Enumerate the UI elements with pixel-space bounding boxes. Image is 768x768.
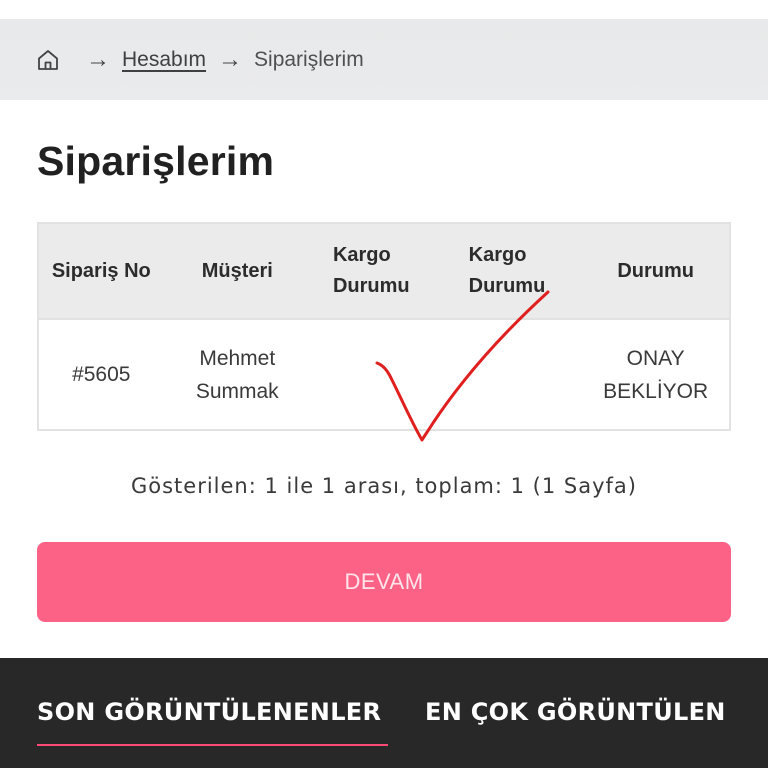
breadcrumb: → Hesabım → Siparişlerim bbox=[36, 44, 364, 76]
top-strip bbox=[0, 0, 768, 19]
page-title: Siparişlerim bbox=[37, 138, 275, 184]
breadcrumb-separator-arrow-icon: → bbox=[218, 46, 243, 73]
breadcrumb-link-account[interactable]: Hesabım bbox=[122, 48, 206, 72]
product-tabs-bar: SON GÖRÜNTÜLENENLER EN ÇOK GÖRÜNTÜLEN bbox=[0, 658, 768, 768]
pagination-summary: Gösterilen: 1 ile 1 arası, toplam: 1 (1 … bbox=[130, 474, 637, 498]
order-status-cell: ONAY BEKLİYOR bbox=[603, 346, 709, 403]
column-header-order-no: Sipariş No bbox=[51, 259, 151, 282]
column-header-status: Durumu bbox=[617, 259, 694, 282]
column-header-customer: Müşteri bbox=[201, 259, 273, 282]
active-tab-indicator bbox=[37, 744, 388, 746]
tab-most-viewed[interactable]: EN ÇOK GÖRÜNTÜLEN bbox=[425, 698, 726, 726]
order-number-cell[interactable]: #5605 bbox=[38, 319, 164, 430]
tab-recently-viewed[interactable]: SON GÖRÜNTÜLENENLER bbox=[37, 698, 381, 726]
breadcrumb-current-orders: Siparişlerim bbox=[254, 48, 364, 71]
home-icon[interactable] bbox=[36, 48, 60, 72]
breadcrumb-separator-arrow-icon: → bbox=[86, 46, 110, 73]
continue-button[interactable]: DEVAM bbox=[37, 542, 731, 622]
handwritten-check-mark-icon bbox=[375, 290, 550, 442]
customer-cell: Mehmet Summak bbox=[195, 346, 279, 403]
